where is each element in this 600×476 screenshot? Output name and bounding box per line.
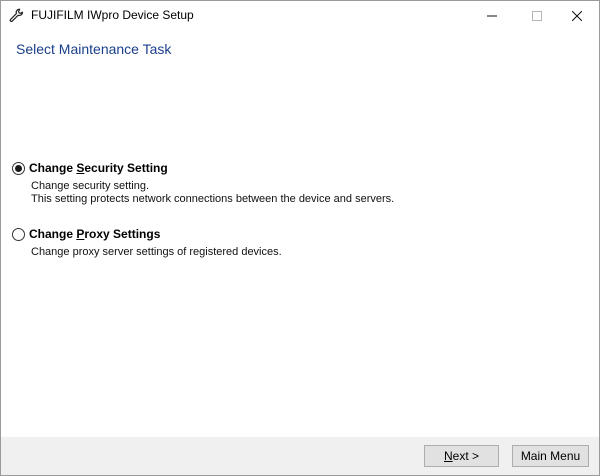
close-icon xyxy=(571,10,582,21)
next-button[interactable]: Next > xyxy=(424,445,499,467)
wrench-icon xyxy=(9,8,24,23)
setup-window: FUJIFILM IWpro Device Setup Select Maint… xyxy=(0,0,600,476)
main-menu-button[interactable]: Main Menu xyxy=(512,445,589,467)
proxy-settings-label[interactable]: Change Proxy Settings xyxy=(29,227,160,241)
security-setting-radio[interactable] xyxy=(12,162,25,175)
security-setting-description-line2: This setting protects network connection… xyxy=(31,193,395,205)
maximize-button[interactable] xyxy=(514,1,559,30)
minimize-button[interactable] xyxy=(469,1,514,30)
page-title: Select Maintenance Task xyxy=(16,41,172,57)
button-bar: Next > Main Menu xyxy=(1,437,599,475)
security-setting-description-line1: Change security setting. xyxy=(31,180,150,192)
minimize-icon xyxy=(486,15,497,16)
proxy-settings-description: Change proxy server settings of register… xyxy=(31,246,282,258)
close-button[interactable] xyxy=(554,1,599,30)
window-title: FUJIFILM IWpro Device Setup xyxy=(31,8,194,22)
title-bar: FUJIFILM IWpro Device Setup xyxy=(1,1,599,30)
security-setting-label[interactable]: Change Security Setting xyxy=(29,161,168,175)
proxy-settings-radio[interactable] xyxy=(12,228,25,241)
maximize-icon xyxy=(531,10,542,21)
